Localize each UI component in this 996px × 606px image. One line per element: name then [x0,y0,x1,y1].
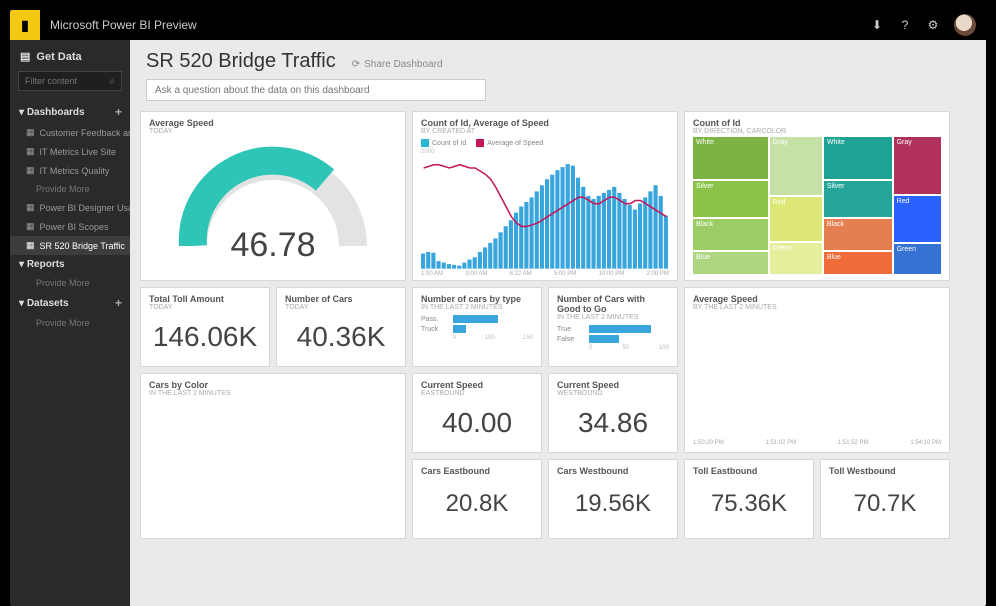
hbar-chart: Pass.Truck [421,313,533,335]
sidebar-item[interactable]: ▦Power BI Scopes [10,217,130,236]
sidebar-item[interactable]: Provide More [10,274,130,292]
app-logo: ▮ [10,10,40,40]
sidebar-item[interactable]: ▦IT Metrics Quality [10,161,130,180]
tile-count-avgspeed-combo[interactable]: Count of Id, Average of Speed BY CREATED… [412,111,678,281]
tile-cars-west[interactable]: Cars Westbound 19.56K [548,459,678,539]
kpi-value: 34.86 [557,399,669,446]
tile-total-toll[interactable]: Total Toll Amount TODAY 146.06K [140,287,270,367]
chart-icon: ▦ [26,146,35,157]
combo-xaxis: 1:00 AM3:00 AM 6:22 AM5:00 PM 10:00 PM2:… [421,271,669,277]
tile-toll-east[interactable]: Toll Eastbound 75.36K [684,459,814,539]
sidebar-item[interactable]: ▦IT Metrics Live Site [10,142,130,161]
share-dashboard-button[interactable]: ⟳ Share Dashboard [352,59,443,70]
sidebar-item[interactable]: ▦Customer Feedback and… [10,123,130,142]
section-reports[interactable]: ▾ Reports [10,255,130,274]
tile-cars-by-color[interactable]: Cars by Color IN THE LAST 2 MINUTES [140,373,406,539]
line-xaxis: 1:50:20 PM1:51:02 PM 1:51:52 PM1:54:10 P… [693,440,941,446]
kpi-value: 70.7K [829,476,941,532]
help-icon[interactable]: ? [898,18,912,32]
chart-legend: Count of Id Average of Speed [421,139,669,147]
dashboard-canvas: SR 520 Bridge Traffic ⟳ Share Dashboard … [130,40,986,606]
dashboard-title: SR 520 Bridge Traffic [146,50,336,73]
database-icon: ▤ [20,50,30,63]
avatar[interactable] [954,14,976,36]
sidebar-item[interactable]: ▦Power BI Designer Usage… [10,198,130,217]
app-titlebar: ▮ Microsoft Power BI Preview ⬇ ? ⚙ [10,10,986,40]
tile-speed-west[interactable]: Current Speed WESTBOUND 34.86 [548,373,678,453]
chart-icon: ▦ [26,165,35,176]
chart-icon: ▦ [26,127,35,138]
sidebar-subitem[interactable]: Provide More [10,180,130,198]
qa-input-container[interactable] [146,79,486,101]
chart-icon: ▦ [26,202,35,213]
kpi-value: 20.8K [421,476,533,532]
qa-input[interactable] [155,85,477,96]
share-icon: ⟳ [352,59,360,70]
kpi-value: 75.36K [693,476,805,532]
app-title: Microsoft Power BI Preview [50,18,870,32]
tile-treemap[interactable]: Count of Id BY DIRECTION, CARCOLOR White… [684,111,950,281]
kpi-value: 40.00 [421,399,533,446]
get-data-button[interactable]: ▤ Get Data [10,46,130,71]
tile-speed-east[interactable]: Current Speed EASTBOUND 40.00 [412,373,542,453]
add-dashboard-icon[interactable]: + [115,105,122,119]
section-dashboards[interactable]: ▾ Dashboards + [10,101,130,123]
chart-icon: ▦ [26,221,35,232]
kpi-value: 146.06K [149,313,261,360]
tile-cars-east[interactable]: Cars Eastbound 20.8K [412,459,542,539]
search-icon: ⌕ [109,76,115,87]
gauge-chart [173,146,373,246]
treemap-chart: WhiteSilverBlackBlueGrayRedGreenWhiteSil… [693,137,941,274]
tile-average-speed-gauge[interactable]: Average Speed TODAY 46.78 [140,111,406,281]
nav-sidebar: ▤ Get Data ⌕ ▾ Dashboards + ▦Customer Fe… [10,40,130,606]
sidebar-search[interactable]: ⌕ [18,71,122,91]
combo-chart [421,155,669,269]
hbar-chart: TrueFalse [557,323,669,345]
tile-num-cars[interactable]: Number of Cars TODAY 40.36K [276,287,406,367]
kpi-value: 19.56K [557,476,669,532]
tile-cars-by-type[interactable]: Number of cars by type IN THE LAST 2 MIN… [412,287,542,367]
chart-icon: ▦ [26,240,35,251]
settings-icon[interactable]: ⚙ [926,18,940,32]
section-datasets[interactable]: ▾ Datasets + [10,292,130,314]
sidebar-search-input[interactable] [25,76,109,86]
bar-chart [149,399,397,532]
download-icon[interactable]: ⬇ [870,18,884,32]
tile-toll-west[interactable]: Toll Westbound 70.7K [820,459,950,539]
tile-avg-speed-line[interactable]: Average Speed BY THE LAST 2 MINUTES 1:50… [684,287,950,453]
kpi-value: 40.36K [285,313,397,360]
add-dataset-icon[interactable]: + [115,296,122,310]
sidebar-item-selected[interactable]: ▦SR 520 Bridge Traffic [10,236,130,255]
sidebar-item[interactable]: Provide More [10,314,130,332]
line-chart [693,313,941,438]
tile-good-to-go[interactable]: Number of Cars with Good to Go IN THE LA… [548,287,678,367]
